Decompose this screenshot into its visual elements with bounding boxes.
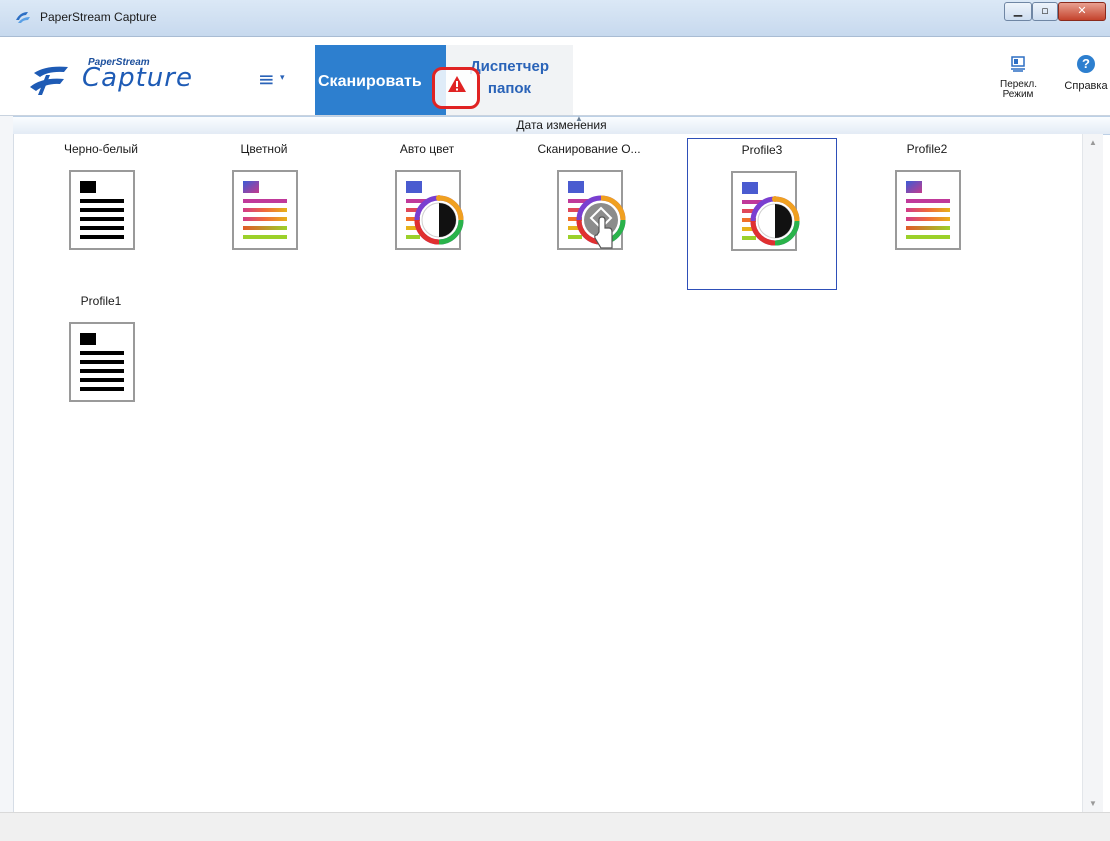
vertical-scrollbar[interactable]: ▲ ▼ (1082, 134, 1103, 812)
switch-mode-label-2: Режим (1002, 89, 1034, 100)
color-document-icon (232, 170, 298, 250)
close-icon: ✕ (1077, 4, 1087, 17)
profile-tile[interactable]: Авто цвет (352, 138, 502, 290)
profile-tile[interactable]: Черно-белый (26, 138, 176, 290)
profile-name: Profile2 (906, 142, 948, 156)
help-button[interactable]: ? Справка (1062, 55, 1110, 92)
bw-document-icon (69, 170, 135, 250)
profile-tile[interactable]: Цветной (189, 138, 339, 290)
window-title: PaperStream Capture (40, 10, 157, 24)
profile-tile[interactable]: Profile1 (26, 290, 176, 442)
profile-name: Profile3 (741, 143, 783, 157)
status-bar (0, 812, 1110, 841)
warning-highlight[interactable] (432, 67, 480, 109)
app-icon (16, 12, 30, 23)
auto-color-document-icon (395, 170, 464, 250)
tab-scan-label: Сканировать (318, 73, 422, 90)
maximize-icon: ▫ (1041, 4, 1049, 17)
title-bar: PaperStream Capture ▁ ▫ ✕ (0, 0, 1110, 37)
profile-name: Авто цвет (399, 142, 455, 156)
sort-label: Дата изменения (516, 118, 607, 132)
switch-mode-icon (1011, 56, 1025, 72)
profile-name: Черно-белый (64, 142, 138, 156)
minimize-button[interactable]: ▁ (1004, 2, 1032, 21)
paperstream-logo: PaperStream Capture (28, 57, 208, 101)
maximize-button[interactable]: ▫ (1032, 2, 1058, 21)
color-document-icon (895, 170, 961, 250)
auto-color-document-icon (731, 171, 800, 251)
logo-text-big: Capture (82, 63, 193, 93)
switch-mode-button[interactable]: Перекл. Режим (1000, 55, 1037, 100)
scroll-up-icon[interactable]: ▲ (1089, 138, 1097, 147)
profile-name: Цветной (240, 142, 288, 156)
help-label: Справка (1064, 80, 1108, 92)
minimize-icon: ▁ (1013, 4, 1023, 17)
help-icon: ? (1077, 55, 1095, 73)
profile-tile[interactable]: Сканирование О... (514, 138, 664, 290)
profile-name: Profile1 (80, 294, 122, 308)
tab-scan[interactable]: Сканировать (315, 45, 446, 115)
bw-document-icon (69, 322, 135, 402)
warning-icon (448, 76, 466, 92)
close-button[interactable]: ✕ (1058, 2, 1106, 21)
ps-logo-icon (30, 66, 68, 95)
hamburger-menu-button[interactable]: ≡ ▾ (258, 67, 292, 91)
menu-icon: ≡ (258, 67, 275, 91)
left-panel-edge (0, 116, 13, 812)
scan-touch-document-icon (557, 170, 626, 250)
chevron-down-icon: ▾ (280, 73, 285, 83)
scroll-down-icon[interactable]: ▼ (1089, 799, 1097, 808)
sort-header[interactable]: ▲ Дата изменения (13, 114, 1110, 135)
profile-name: Сканирование О... (537, 142, 641, 156)
profile-tile-selected[interactable]: Profile3 (687, 138, 837, 290)
profile-tile[interactable]: Profile2 (852, 138, 1002, 290)
profile-grid: Черно-белый Цветной Авто цвет Сканирован… (13, 134, 1083, 812)
main-toolbar: PaperStream Capture ≡ ▾ Сканировать Дисп… (0, 37, 1110, 116)
sort-up-icon: ▲ (575, 114, 583, 123)
